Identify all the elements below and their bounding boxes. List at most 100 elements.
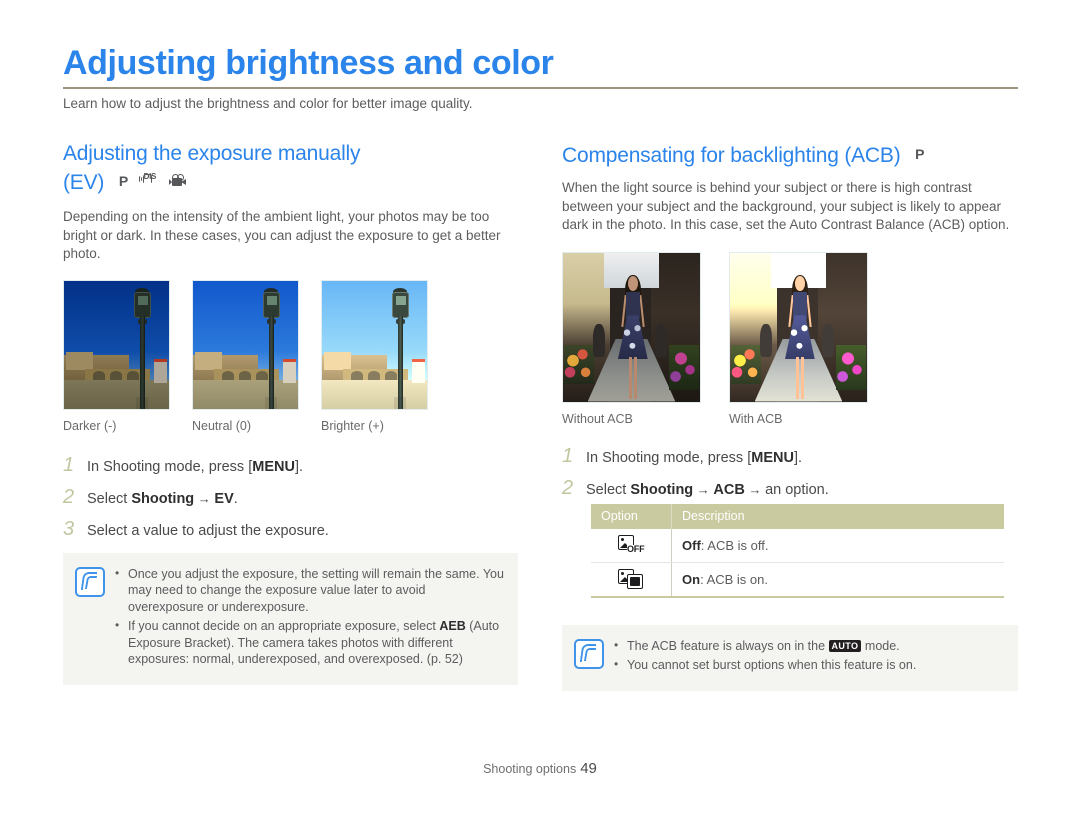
- step-number: 1: [63, 453, 75, 476]
- option-desc-off: : ACB is off.: [700, 537, 769, 553]
- figure-brighter-image: [321, 279, 428, 410]
- p-mode-icon: P: [915, 146, 925, 163]
- menu-path-shooting: Shooting: [630, 481, 694, 498]
- page-title: Adjusting brightness and color: [63, 44, 554, 82]
- note-pen-icon: [75, 566, 105, 597]
- acb-options-table-wrapper: Option Description OFF Off: ACB is off.: [591, 503, 1018, 598]
- note-bullet: You cannot set burst options when this f…: [614, 656, 916, 674]
- table-header-description: Description: [671, 503, 1004, 529]
- exposure-figure-row: Darker (-) Neutral (0) Brighter (+): [63, 279, 531, 433]
- menu-path-acb: ACB: [713, 481, 745, 498]
- note-bullet-pre: The ACB feature is always on in the: [627, 638, 829, 653]
- movie-mode-icon: [169, 174, 189, 188]
- figure-without-acb-image: [562, 251, 701, 403]
- right-note-list: The ACB feature is always on in the AUTO…: [614, 637, 916, 677]
- option-desc-on: : ACB is on.: [700, 571, 768, 587]
- right-note-box: The ACB feature is always on in the AUTO…: [562, 624, 1018, 691]
- step-number: 2: [562, 476, 574, 499]
- step-number: 3: [63, 517, 75, 540]
- acb-on-icon: [618, 568, 644, 589]
- figure-with-acb: With ACB: [729, 251, 868, 426]
- step-text: In Shooting mode, press [MENU].: [586, 448, 802, 468]
- acb-off-icon: OFF: [618, 534, 645, 554]
- menu-arrow-icon: →: [693, 481, 714, 497]
- figure-brighter-caption: Brighter (+): [321, 418, 384, 433]
- option-label-off: Off: [682, 537, 701, 553]
- left-note-box: Once you adjust the exposure, the settin…: [63, 552, 518, 685]
- table-header-row: Option Description: [591, 503, 1004, 529]
- step-item: 3 Select a value to adjust the exposure.: [63, 519, 531, 541]
- right-section-heading: Compensating for backlighting (ACB) P: [562, 140, 1018, 169]
- table-row: OFF Off: ACB is off.: [591, 528, 1004, 563]
- figure-without-acb-caption: Without ACB: [562, 411, 633, 426]
- figure-without-acb: Without ACB: [562, 251, 701, 426]
- left-column: Adjusting the exposure manually (EV) P D…: [63, 140, 531, 685]
- table-row: On: ACB is on.: [591, 562, 1004, 598]
- page-footer: Shooting options 49: [0, 760, 1080, 777]
- right-steps-list: 1 In Shooting mode, press [MENU]. 2 Sele…: [562, 446, 1018, 500]
- step-text-post: ].: [294, 458, 304, 475]
- menu-key-label: MENU: [252, 458, 295, 475]
- left-mode-icon-group: P DIS: [119, 167, 194, 194]
- left-note-list: Once you adjust the exposure, the settin…: [115, 565, 504, 671]
- left-heading-line2: (EV): [63, 171, 105, 194]
- step-item: 2 Select Shooting → EV.: [63, 487, 531, 509]
- note-bullet: Once you adjust the exposure, the settin…: [115, 565, 504, 616]
- right-mode-icon-group: P: [915, 140, 929, 167]
- table-header-option: Option: [591, 503, 672, 529]
- right-column: Compensating for backlighting (ACB) P Wh…: [562, 140, 1018, 691]
- right-heading-text: Compensating for backlighting (ACB): [562, 144, 901, 167]
- step-text: In Shooting mode, press [MENU].: [87, 457, 303, 477]
- note-pen-icon: [574, 638, 604, 669]
- table-cell-description: Off: ACB is off.: [671, 528, 1004, 563]
- left-steps-list: 1 In Shooting mode, press [MENU]. 2 Sele…: [63, 455, 531, 541]
- title-divider: [63, 87, 1018, 89]
- menu-path-ev: EV: [214, 490, 234, 507]
- left-section-body: Depending on the intensity of the ambien…: [63, 209, 501, 261]
- footer-page-number: 49: [580, 760, 597, 777]
- note-bullet-pre: If you cannot decide on an appropriate e…: [128, 619, 440, 633]
- table-cell-description: On: ACB is on.: [671, 562, 1004, 598]
- step-text: Select a value to adjust the exposure.: [87, 522, 329, 539]
- footer-section-label: Shooting options: [483, 762, 577, 776]
- dis-mode-icon: DIS: [138, 172, 159, 189]
- menu-key-label: MENU: [751, 449, 794, 466]
- figure-with-acb-caption: With ACB: [729, 411, 783, 426]
- figure-darker-caption: Darker (-): [63, 418, 117, 433]
- figure-darker-image: [63, 279, 170, 410]
- step-text-pre: In Shooting mode, press [: [586, 449, 752, 466]
- step-text-pre: Select: [87, 490, 132, 507]
- auto-mode-icon: AUTO: [828, 639, 862, 652]
- dis-mode-icon-label: DIS: [143, 171, 157, 181]
- figure-neutral: Neutral (0): [192, 279, 299, 433]
- note-bullet-post: mode.: [861, 638, 900, 653]
- step-text: Select Shooting → ACB → an option.: [586, 480, 829, 500]
- figure-with-acb-image: [729, 251, 868, 403]
- figure-neutral-caption: Neutral (0): [192, 418, 252, 433]
- acb-figure-row: Without ACB With ACB: [562, 251, 1018, 426]
- p-mode-icon: P: [118, 173, 128, 190]
- step-text: Select Shooting → EV.: [87, 489, 238, 509]
- step-number: 2: [63, 485, 75, 508]
- step-item: 2 Select Shooting → ACB → an option.: [562, 478, 1018, 500]
- figure-darker: Darker (-): [63, 279, 170, 433]
- menu-path-shooting: Shooting: [131, 490, 195, 507]
- step-text-post: an option.: [765, 481, 829, 498]
- table-cell-option-icon: [591, 562, 672, 598]
- figure-brighter: Brighter (+): [321, 279, 428, 433]
- aeb-term: AEB: [439, 619, 466, 633]
- acb-options-table: Option Description OFF Off: ACB is off.: [591, 503, 1004, 598]
- left-section-heading: Adjusting the exposure manually (EV) P D…: [63, 140, 531, 196]
- option-label-on: On: [682, 571, 701, 587]
- left-heading-line1: Adjusting the exposure manually: [63, 142, 361, 165]
- manual-page: Adjusting brightness and color Learn how…: [0, 0, 1080, 815]
- step-text-pre: In Shooting mode, press [: [87, 458, 253, 475]
- note-bullet: If you cannot decide on an appropriate e…: [115, 617, 504, 668]
- note-bullet: The ACB feature is always on in the AUTO…: [614, 637, 916, 655]
- step-item: 1 In Shooting mode, press [MENU].: [562, 446, 1018, 468]
- page-lead-text: Learn how to adjust the brightness and c…: [63, 96, 473, 111]
- step-text-pre: Select: [586, 481, 631, 498]
- table-cell-option-icon: OFF: [591, 528, 672, 563]
- figure-neutral-image: [192, 279, 299, 410]
- step-item: 1 In Shooting mode, press [MENU].: [63, 455, 531, 477]
